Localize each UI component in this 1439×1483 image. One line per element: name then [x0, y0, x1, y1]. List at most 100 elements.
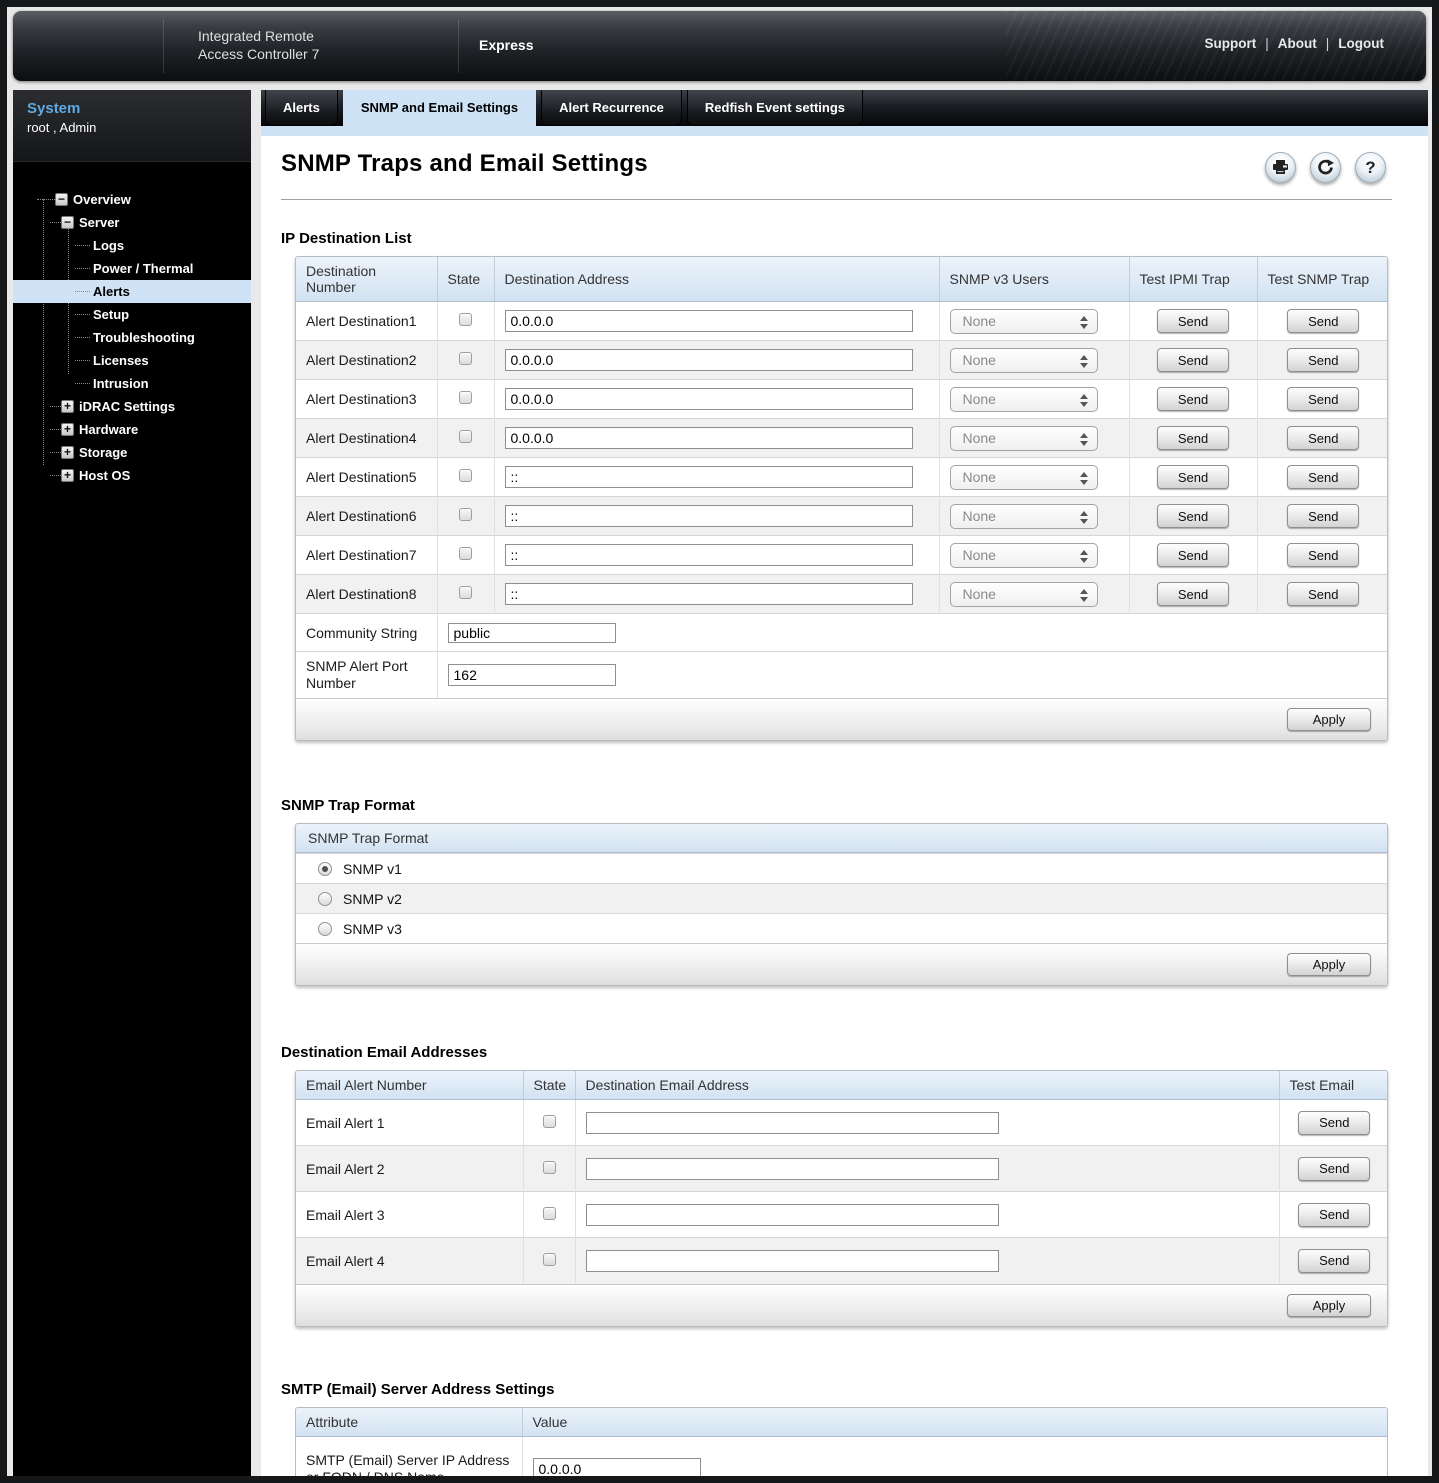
sidebar-tree-item[interactable]: − Overview [13, 188, 251, 211]
test-snmp-trap-send-button[interactable]: Send [1287, 387, 1360, 411]
test-ipmi-trap-send-button[interactable]: Send [1157, 309, 1229, 333]
test-snmp-trap-send-button[interactable]: Send [1287, 582, 1360, 606]
tree-item-label: iDRAC Settings [79, 399, 176, 414]
test-ipmi-trap-send-button[interactable]: Send [1157, 543, 1229, 567]
sidebar-tree-item[interactable]: Licenses [13, 349, 251, 372]
test-snmp-trap-send-button[interactable]: Send [1287, 348, 1360, 372]
header-link[interactable]: Support [1205, 36, 1257, 51]
state-checkbox[interactable] [542, 1114, 556, 1128]
test-email-send-button[interactable]: Send [1298, 1156, 1371, 1181]
select-arrows-icon [1079, 510, 1088, 525]
destination-email-input[interactable] [585, 1203, 999, 1226]
sidebar-tree-item[interactable]: Alerts [13, 280, 251, 303]
tree-toggle-icon[interactable]: − [55, 193, 68, 206]
sidebar-tree-item[interactable]: Intrusion [13, 372, 251, 395]
radio-button[interactable] [318, 861, 332, 876]
tab[interactable]: Redfish Event settings [686, 90, 864, 126]
tab[interactable]: Alert Recurrence [541, 90, 682, 126]
state-checkbox[interactable] [459, 313, 472, 326]
community-string-input[interactable] [447, 622, 616, 643]
destination-email-input[interactable] [585, 1157, 999, 1180]
format-apply-button[interactable]: Apply [1287, 953, 1371, 976]
destination-address-input[interactable] [504, 427, 913, 449]
destination-address-input[interactable] [504, 388, 913, 410]
tree-toggle-icon[interactable]: + [61, 469, 74, 482]
snmp-v3-user-select[interactable]: None [949, 386, 1098, 412]
sidebar-tree-item[interactable]: + iDRAC Settings [13, 395, 251, 418]
tree-item-label: Power / Thermal [93, 261, 194, 276]
select-arrows-icon [1079, 432, 1088, 447]
tree-toggle-icon[interactable]: + [61, 400, 74, 413]
snmp-v3-user-select[interactable]: None [949, 542, 1098, 568]
help-icon[interactable]: ? [1355, 152, 1386, 183]
refresh-icon[interactable] [1310, 152, 1341, 183]
snmp-v3-user-select[interactable]: None [949, 308, 1098, 334]
tab-bar: Alerts SNMP and Email Settings Alert Rec… [261, 90, 1428, 126]
destination-address-input[interactable] [504, 310, 913, 332]
destination-address-input[interactable] [504, 466, 913, 488]
destination-email-input[interactable] [585, 1249, 999, 1272]
test-ipmi-trap-send-button[interactable]: Send [1157, 426, 1229, 450]
sidebar-tree-item[interactable]: + Storage [13, 441, 251, 464]
test-snmp-trap-send-button[interactable]: Send [1287, 504, 1360, 528]
sidebar-tree-item[interactable]: Troubleshooting [13, 326, 251, 349]
tree-toggle-icon[interactable]: + [61, 446, 74, 459]
state-checkbox[interactable] [459, 391, 472, 404]
snmp-v3-user-select[interactable]: None [949, 347, 1098, 373]
destination-number-cell: Alert Destination5 [296, 457, 438, 497]
snmp-v3-user-select[interactable]: None [949, 581, 1098, 607]
state-checkbox[interactable] [459, 430, 472, 443]
smtp-server-input[interactable] [532, 1458, 701, 1476]
state-checkbox[interactable] [542, 1252, 556, 1266]
test-email-send-button[interactable]: Send [1298, 1202, 1371, 1227]
header-link[interactable]: Logout [1338, 36, 1384, 51]
destination-address-input[interactable] [504, 544, 913, 566]
email-alert-row: Email Alert 2 Send [296, 1145, 1387, 1192]
test-ipmi-trap-send-button[interactable]: Send [1157, 387, 1229, 411]
logged-in-user: root , Admin [27, 120, 97, 135]
test-ipmi-trap-send-button[interactable]: Send [1157, 465, 1229, 489]
test-snmp-trap-send-button[interactable]: Send [1287, 465, 1360, 489]
tab[interactable]: Alerts [265, 90, 338, 126]
tree-toggle-icon[interactable]: − [61, 216, 74, 229]
state-checkbox[interactable] [459, 508, 472, 521]
sidebar-tree-item[interactable]: + Host OS [13, 464, 251, 487]
snmp-v3-user-select[interactable]: None [949, 425, 1098, 451]
test-ipmi-trap-send-button[interactable]: Send [1157, 348, 1229, 372]
test-snmp-trap-send-button[interactable]: Send [1287, 543, 1360, 567]
sidebar-tree-item[interactable]: + Hardware [13, 418, 251, 441]
state-checkbox[interactable] [542, 1160, 556, 1174]
radio-button[interactable] [318, 921, 332, 936]
destination-address-input[interactable] [504, 505, 913, 527]
printer-icon[interactable] [1265, 152, 1296, 183]
test-email-send-button[interactable]: Send [1298, 1110, 1371, 1135]
test-ipmi-trap-send-button[interactable]: Send [1157, 504, 1229, 528]
sidebar-tree-item[interactable]: Power / Thermal [13, 257, 251, 280]
test-snmp-trap-send-button[interactable]: Send [1287, 426, 1360, 450]
sidebar-tree-item[interactable]: Logs [13, 234, 251, 257]
test-ipmi-trap-send-button[interactable]: Send [1157, 582, 1229, 606]
test-email-send-button[interactable]: Send [1298, 1248, 1371, 1273]
tab[interactable]: SNMP and Email Settings [342, 90, 537, 126]
test-snmp-trap-send-button[interactable]: Send [1287, 309, 1360, 333]
header-link[interactable]: About [1278, 36, 1317, 51]
state-checkbox[interactable] [459, 469, 472, 482]
snmp-v3-user-select[interactable]: None [949, 464, 1098, 490]
sidebar-tree-item[interactable]: Setup [13, 303, 251, 326]
snmp-alert-port-input[interactable] [447, 664, 616, 686]
snmp-v3-user-select[interactable]: None [949, 503, 1098, 529]
destination-email-input[interactable] [585, 1111, 999, 1134]
header-links: Support | About | Logout [1205, 36, 1385, 51]
destination-address-input[interactable] [504, 583, 913, 605]
state-checkbox[interactable] [542, 1206, 556, 1220]
destination-address-input[interactable] [504, 349, 913, 371]
state-checkbox[interactable] [459, 547, 472, 560]
state-checkbox[interactable] [459, 352, 472, 365]
tree-toggle-icon[interactable]: + [61, 423, 74, 436]
sidebar-tree-item[interactable]: − Server [13, 211, 251, 234]
ip-apply-button[interactable]: Apply [1287, 708, 1371, 731]
email-apply-button[interactable]: Apply [1287, 1293, 1371, 1317]
radio-button[interactable] [318, 891, 332, 906]
state-checkbox[interactable] [459, 586, 472, 599]
tree-item-label: Server [79, 215, 120, 230]
